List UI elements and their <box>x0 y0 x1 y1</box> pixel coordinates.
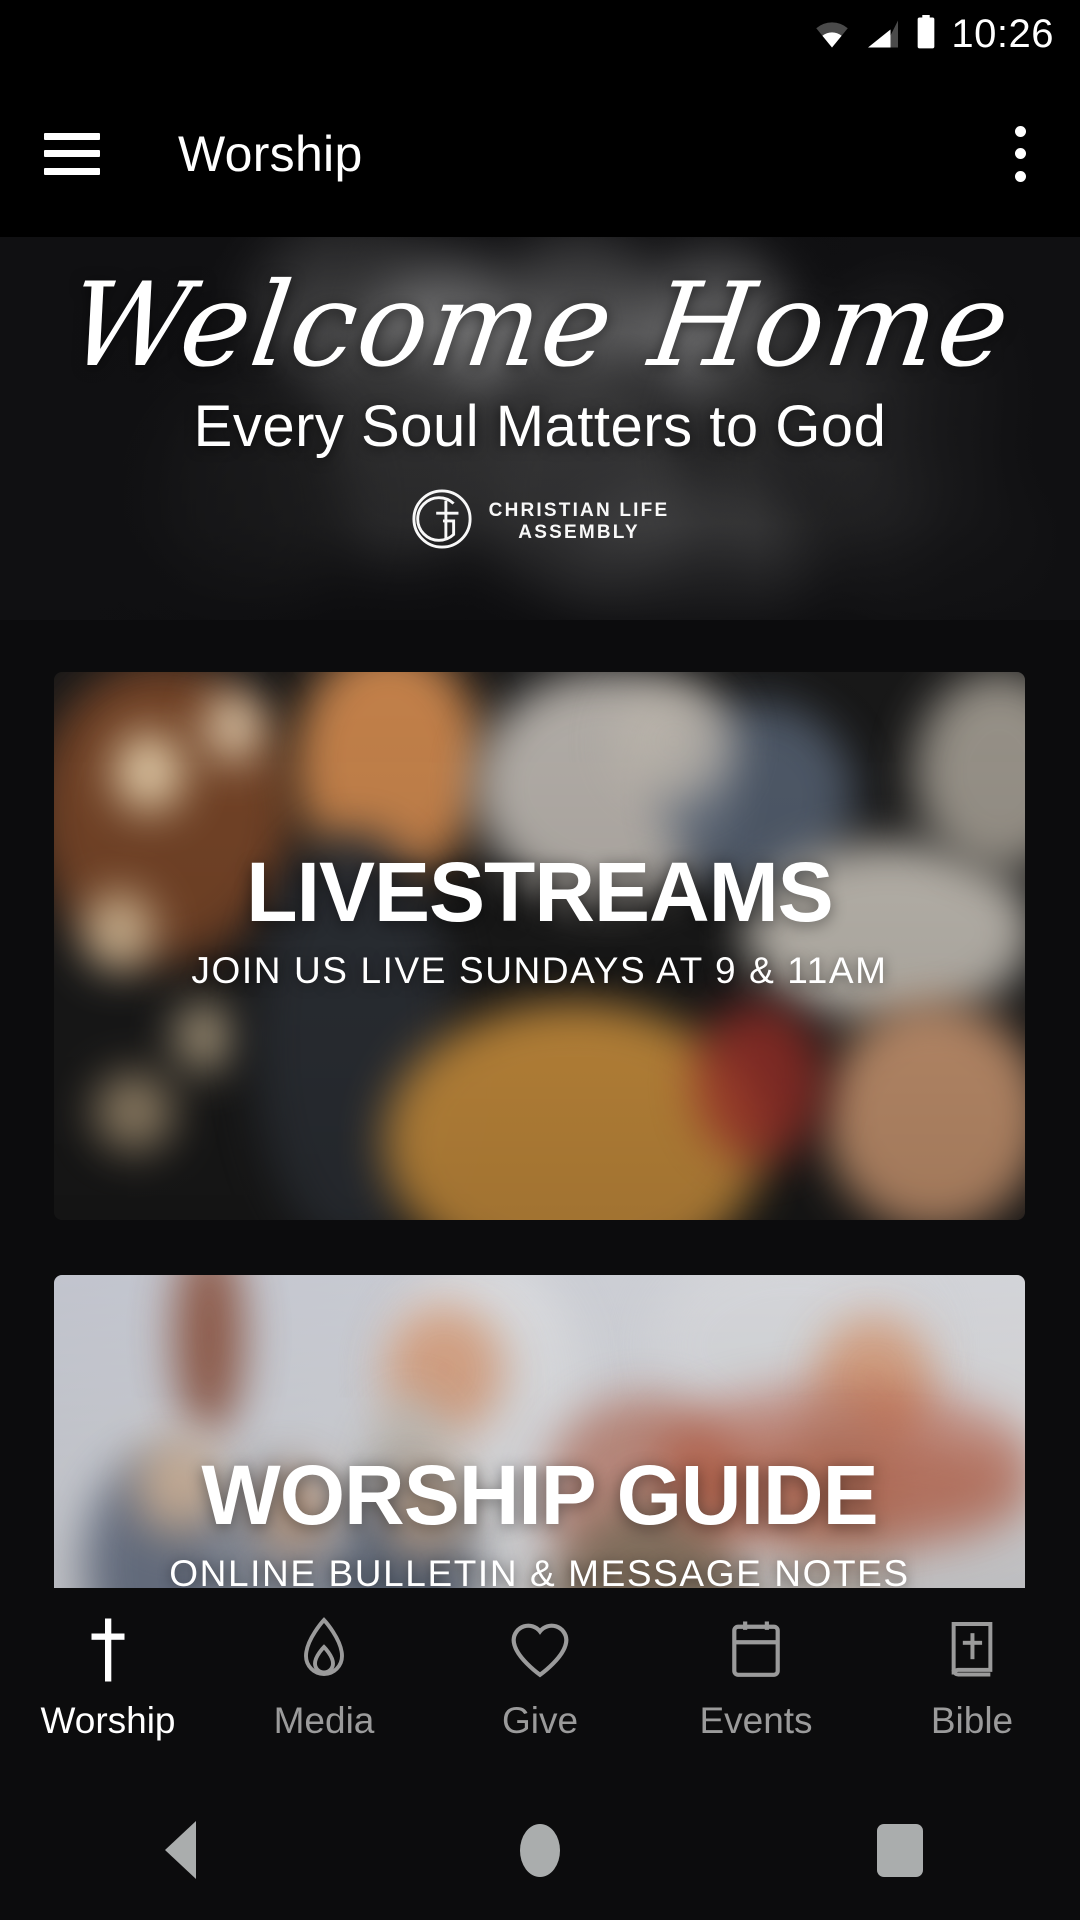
wifi-icon <box>813 19 851 54</box>
home-circle-icon <box>520 1823 560 1877</box>
app-root: 10:26 Worship Welcome Home Every Soul Ma… <box>0 0 1080 1920</box>
card-worship-guide[interactable]: WORSHIP GUIDE ONLINE BULLETIN & MESSAGE … <box>54 1275 1025 1588</box>
back-button[interactable] <box>0 1821 360 1879</box>
card-worship-guide-title: WORSHIP GUIDE <box>201 1448 878 1542</box>
card-livestreams[interactable]: LIVESTREAMS JOIN US LIVE SUNDAYS AT 9 & … <box>54 672 1025 1220</box>
hamburger-bar <box>44 150 100 157</box>
hamburger-menu-icon[interactable] <box>44 132 100 175</box>
status-bar: 10:26 <box>0 0 1080 70</box>
app-bar: Worship <box>0 70 1080 237</box>
nav-item-give[interactable]: Give <box>432 1614 648 1742</box>
nav-label-bible: Bible <box>930 1700 1014 1741</box>
nav-label-events: Events <box>699 1700 813 1741</box>
cross-icon <box>85 1614 131 1686</box>
battery-icon <box>915 15 937 54</box>
church-logo-line-2: ASSEMBLY <box>518 521 640 543</box>
hero-script-title: Welcome Home <box>60 258 1020 393</box>
bottom-navigation: Worship Media Give Events Bible <box>0 1588 1080 1780</box>
flame-icon <box>298 1614 350 1686</box>
content-scroll-area[interactable]: LIVESTREAMS JOIN US LIVE SUNDAYS AT 9 & … <box>0 620 1080 1588</box>
hero-content: Welcome Home Every Soul Matters to God C… <box>0 237 1080 620</box>
nav-item-worship[interactable]: Worship <box>0 1614 216 1742</box>
christian-life-assembly-logo <box>411 488 473 555</box>
card-livestreams-title: LIVESTREAMS <box>246 845 833 939</box>
overflow-dot <box>1014 170 1026 182</box>
card-livestreams-subtitle: JOIN US LIVE SUNDAYS AT 9 & 11AM <box>191 950 888 991</box>
overflow-dot <box>1014 148 1026 159</box>
recents-square-icon <box>877 1823 923 1877</box>
nav-item-events[interactable]: Events <box>648 1614 864 1742</box>
hamburger-bar <box>44 132 100 140</box>
nav-label-media: Media <box>273 1700 375 1741</box>
hero-banner[interactable]: Welcome Home Every Soul Matters to God C… <box>0 237 1080 620</box>
hamburger-bar <box>44 167 100 175</box>
bible-book-icon <box>946 1614 998 1686</box>
status-bar-clock: 10:26 <box>951 12 1054 56</box>
overflow-dot <box>1014 125 1026 137</box>
back-triangle-icon <box>164 1821 196 1879</box>
cellular-signal-icon <box>864 19 902 54</box>
card-worship-guide-subtitle: ONLINE BULLETIN & MESSAGE NOTES <box>169 1553 910 1588</box>
overflow-menu-icon[interactable] <box>994 122 1046 186</box>
page-title: Worship <box>178 125 363 182</box>
home-button[interactable] <box>360 1823 720 1877</box>
church-logo-text: CHRISTIAN LIFE ASSEMBLY <box>489 500 670 544</box>
recents-button[interactable] <box>720 1823 1080 1877</box>
card-livestreams-text: LIVESTREAMS JOIN US LIVE SUNDAYS AT 9 & … <box>54 850 1025 992</box>
nav-item-bible[interactable]: Bible <box>864 1614 1080 1742</box>
status-bar-icons <box>813 15 937 54</box>
hero-subtitle: Every Soul Matters to God <box>193 394 887 460</box>
card-worship-guide-text: WORSHIP GUIDE ONLINE BULLETIN & MESSAGE … <box>54 1453 1025 1588</box>
nav-item-media[interactable]: Media <box>216 1614 432 1742</box>
android-system-nav <box>0 1780 1080 1920</box>
church-logo-line-1: CHRISTIAN LIFE <box>488 499 670 521</box>
church-logo: CHRISTIAN LIFE ASSEMBLY <box>411 488 670 555</box>
nav-label-worship: Worship <box>40 1700 176 1741</box>
heart-icon <box>509 1614 571 1686</box>
nav-label-give: Give <box>501 1700 579 1741</box>
calendar-icon <box>728 1614 784 1686</box>
